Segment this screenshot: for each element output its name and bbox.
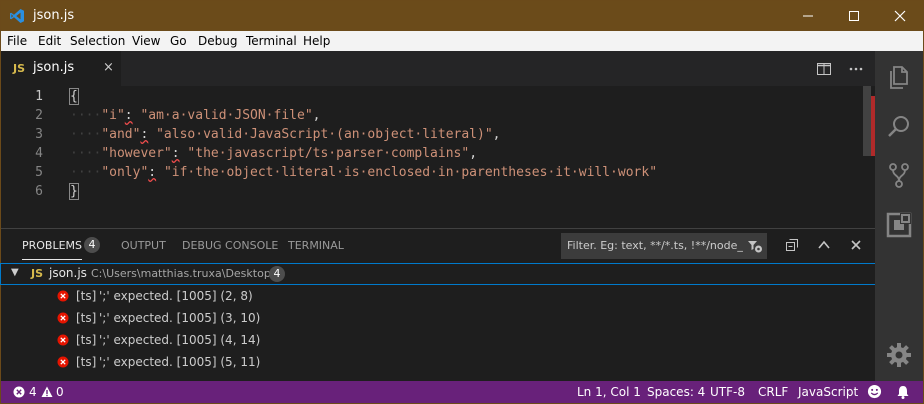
editor-tabs: JS json.js ×: [1, 51, 875, 86]
indentation[interactable]: Spaces: 4: [647, 385, 705, 399]
error-count-icon[interactable]: [13, 386, 25, 398]
error-count[interactable]: 4: [29, 385, 37, 399]
maximize-icon: [849, 11, 859, 21]
filter-options-icon[interactable]: [747, 238, 763, 254]
minimize-button[interactable]: [785, 1, 831, 31]
menu-view[interactable]: View: [132, 34, 160, 48]
js-file-icon: JS: [31, 267, 44, 280]
language-mode[interactable]: JavaScript: [798, 385, 858, 399]
explorer-icon[interactable]: [885, 63, 913, 91]
menu-help[interactable]: Help: [303, 34, 330, 48]
close-window-button[interactable]: [877, 1, 923, 31]
maximize-button[interactable]: [831, 1, 877, 31]
error-icon: [57, 312, 69, 324]
tab-close-icon[interactable]: ×: [103, 60, 114, 75]
feedback-smiley-icon[interactable]: [867, 384, 882, 399]
problems-filter-input[interactable]: Filter. Eg: text, **/*.ts, !**/node_...: [561, 233, 767, 259]
problem-message: ';' expected. [1005] (4, 14): [99, 333, 261, 347]
window-title: json.js: [33, 8, 75, 23]
menu-go[interactable]: Go: [170, 34, 187, 48]
line-content: {: [69, 88, 79, 105]
extensions-icon[interactable]: [885, 211, 913, 239]
vscode-logo-icon: [10, 9, 24, 23]
vscode-window: json.js File Edit Selection View Go Debu…: [0, 0, 924, 404]
warning-icon[interactable]: [41, 386, 53, 398]
code-editor[interactable]: 1 { 2 ····"i": "am·a·valid·JSON·file", 3…: [1, 86, 875, 228]
problems-file-row[interactable]: ▼ JS json.js C:\Users\matthias.truxa\Des…: [0, 263, 876, 285]
problem-source: [ts]: [76, 333, 97, 347]
line-number: 5: [35, 165, 43, 180]
problem-source: [ts]: [76, 311, 97, 325]
search-icon[interactable]: [885, 113, 913, 141]
status-bar: 4 0 Ln 1, Col 1 Spaces: 4 UTF-8 CRLF Jav…: [1, 381, 923, 403]
problem-item[interactable]: [ts] ';' expected. [1005] (4, 14): [1, 330, 875, 352]
menu-terminal[interactable]: Terminal: [246, 34, 297, 48]
collapse-all-icon[interactable]: [785, 238, 799, 252]
chevron-down-icon[interactable]: ▼: [11, 267, 19, 278]
tab-terminal[interactable]: TERMINAL: [288, 239, 344, 252]
minimize-icon: [803, 15, 813, 17]
source-control-icon[interactable]: [885, 161, 913, 189]
line-number: 6: [35, 184, 43, 199]
line-number: 3: [35, 127, 43, 142]
line-content: ····"i": "am·a·valid·JSON·file",: [70, 108, 321, 123]
line-number: 1: [35, 89, 43, 104]
split-editor-icon[interactable]: [816, 61, 832, 77]
warning-count[interactable]: 0: [56, 385, 64, 399]
line-ending[interactable]: CRLF: [758, 385, 788, 399]
problem-file-name: json.js: [49, 266, 87, 280]
filter-placeholder: Filter. Eg: text, **/*.ts, !**/node_...: [567, 239, 743, 252]
activity-bar: [875, 51, 923, 381]
bottom-panel: PROBLEMS 4 OUTPUT DEBUG CONSOLE TERMINAL…: [0, 228, 876, 382]
problem-file-path: C:\Users\matthias.truxa\Desktop: [91, 267, 271, 280]
problem-item[interactable]: [ts] ';' expected. [1005] (3, 10): [1, 308, 875, 330]
cursor-position[interactable]: Ln 1, Col 1: [577, 385, 641, 399]
problem-message: ';' expected. [1005] (3, 10): [99, 311, 261, 325]
scrollbar-thumb[interactable]: [863, 86, 871, 156]
close-panel-icon[interactable]: [849, 238, 863, 252]
tab-output[interactable]: OUTPUT: [121, 239, 166, 252]
maximize-panel-icon[interactable]: [817, 238, 831, 252]
tab-debug-console[interactable]: DEBUG CONSOLE: [182, 239, 278, 252]
error-icon: [57, 356, 69, 368]
title-bar: json.js: [1, 1, 923, 31]
notifications-bell-icon[interactable]: [895, 384, 911, 400]
file-problem-count-badge: 4: [269, 266, 285, 282]
menu-debug[interactable]: Debug: [198, 34, 237, 48]
js-file-icon: JS: [13, 62, 26, 75]
line-content: ····"however": "the·javascript/ts·parser…: [70, 146, 478, 161]
problem-item[interactable]: [ts] ';' expected. [1005] (5, 11): [1, 352, 875, 374]
more-actions-icon[interactable]: [848, 61, 864, 77]
close-icon: [894, 10, 906, 22]
encoding[interactable]: UTF-8: [710, 385, 745, 399]
line-content: ····"only": "if·the·object·literal·is·en…: [70, 165, 658, 180]
problems-count-badge: 4: [84, 237, 100, 253]
problem-message: ';' expected. [1005] (2, 8): [99, 289, 253, 303]
menu-bar: File Edit Selection View Go Debug Termin…: [1, 31, 923, 51]
problem-source: [ts]: [76, 355, 97, 369]
error-icon: [57, 290, 69, 302]
editor-scrollbar[interactable]: [863, 86, 875, 228]
problem-source: [ts]: [76, 289, 97, 303]
tab-problems[interactable]: PROBLEMS: [22, 239, 83, 260]
problem-item[interactable]: [ts] ';' expected. [1005] (2, 8): [1, 286, 875, 308]
error-icon: [57, 334, 69, 346]
menu-edit[interactable]: Edit: [38, 34, 61, 48]
menu-selection[interactable]: Selection: [70, 34, 125, 48]
line-content: }: [69, 183, 79, 200]
menu-file[interactable]: File: [7, 34, 27, 48]
settings-gear-icon[interactable]: [885, 341, 913, 369]
line-number: 4: [35, 146, 43, 161]
tab-json-js[interactable]: JS json.js ×: [1, 51, 121, 86]
line-content: ····"and": "also·valid·JavaScript·(an·ob…: [70, 127, 501, 142]
line-number: 2: [35, 108, 43, 123]
tab-label: json.js: [33, 60, 75, 75]
problem-message: ';' expected. [1005] (5, 11): [99, 355, 261, 369]
